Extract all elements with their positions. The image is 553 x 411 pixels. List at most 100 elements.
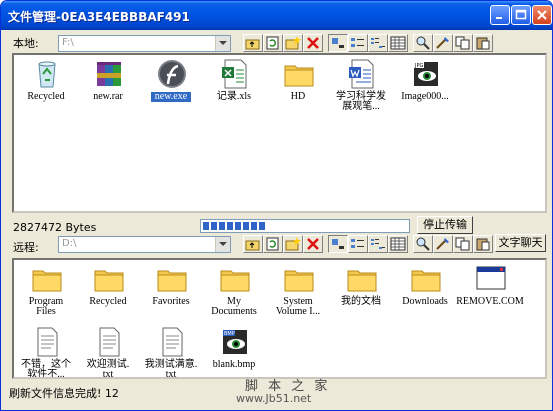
view-list-button[interactable]	[368, 34, 388, 52]
refresh-icon	[266, 36, 279, 50]
local-path-value: F:\	[62, 37, 74, 48]
file-name: My Documents	[211, 296, 257, 317]
folder-icon	[31, 263, 63, 295]
remote-path-dropdown[interactable]: D:\	[58, 236, 231, 253]
folder-icon	[283, 58, 315, 90]
file-name: 我测试满意. txt	[144, 359, 198, 379]
folder-icon	[156, 263, 188, 295]
status-text: 刷新文件信息完成! 12	[9, 387, 119, 400]
chevron-down-icon[interactable]	[215, 36, 230, 51]
chevron-down-icon[interactable]	[215, 237, 230, 252]
minimize-button[interactable]	[490, 5, 510, 25]
bitmap-image-icon: BMP	[219, 326, 251, 358]
local-path-dropdown[interactable]: F:\	[58, 35, 231, 52]
copy-button[interactable]	[453, 235, 473, 253]
image-file-icon: JPG	[410, 58, 442, 90]
paste-button[interactable]	[473, 34, 493, 52]
file-name: new.exe	[151, 92, 191, 102]
properties-button[interactable]	[433, 34, 453, 52]
view-details-button[interactable]	[388, 235, 408, 253]
file-name: 欢迎测试. txt	[86, 359, 130, 379]
local-file-pane[interactable]: Recycled new.rar new.exe 记录.xls HD 学习科学发 展观笔.…	[12, 53, 547, 213]
close-icon	[537, 10, 547, 20]
new-folder-icon	[285, 36, 301, 50]
refresh-button[interactable]	[263, 34, 283, 52]
folder-icon	[93, 263, 125, 295]
details-view-icon	[390, 36, 406, 50]
delete-icon	[307, 238, 319, 250]
delete-button[interactable]	[303, 34, 323, 52]
remote-label: 远程:	[13, 241, 39, 254]
list-view-icon	[371, 38, 385, 48]
view-list-button[interactable]	[368, 235, 388, 253]
folder-icon	[219, 263, 251, 295]
properties-icon	[436, 37, 449, 49]
winrar-archive-icon	[93, 58, 125, 90]
file-name: 记录.xls	[216, 91, 252, 102]
title-bar[interactable]: 文件管理-0EA3E4EBBBAF491	[1, 1, 552, 30]
view-details-button[interactable]	[388, 34, 408, 52]
file-name: System Volume I...	[275, 296, 321, 317]
svg-text:BMP: BMP	[224, 331, 235, 337]
large-icons-view-icon	[332, 239, 344, 249]
window-title: 文件管理-0EA3E4EBBBAF491	[8, 10, 190, 24]
up-folder-icon	[245, 39, 260, 50]
file-name: Downloads	[402, 296, 448, 307]
up-folder-button[interactable]	[243, 34, 263, 52]
file-name: Favorites	[152, 296, 190, 307]
small-icons-view-icon	[351, 239, 364, 248]
svg-text:JPG: JPG	[414, 63, 423, 69]
properties-button[interactable]	[433, 235, 453, 253]
recycle-bin-icon	[31, 58, 63, 90]
text-chat-button[interactable]: 文字聊天	[495, 234, 546, 252]
new-folder-button[interactable]	[283, 235, 303, 253]
find-button[interactable]	[413, 34, 433, 52]
copy-button[interactable]	[453, 34, 473, 52]
properties-icon	[436, 238, 449, 250]
stop-transfer-button[interactable]: 停止传输	[417, 216, 473, 234]
refresh-button[interactable]	[263, 235, 283, 253]
transfer-progress-bar	[200, 219, 410, 233]
text-file-icon	[93, 326, 125, 358]
view-large-icons-button[interactable]	[328, 34, 348, 52]
view-large-icons-button[interactable]	[328, 235, 348, 253]
copy-icon	[455, 36, 470, 50]
folder-icon	[346, 263, 378, 295]
file-name: blank.bmp	[212, 359, 256, 370]
file-name: 我的文档	[341, 296, 381, 307]
new-folder-icon	[285, 237, 301, 251]
remote-path-value: D:\	[62, 238, 77, 249]
close-button[interactable]	[532, 5, 552, 25]
file-manager-window: 文件管理-0EA3E4EBBBAF491 本地: F:\ Recycled new…	[0, 0, 553, 411]
file-name: Recycled	[89, 296, 127, 307]
progress-fill	[203, 222, 265, 230]
folder-icon	[283, 263, 315, 295]
file-name: new.rar	[93, 91, 123, 102]
paste-icon	[476, 238, 490, 251]
new-folder-button[interactable]	[283, 34, 303, 52]
find-button[interactable]	[413, 235, 433, 253]
details-view-icon	[390, 237, 406, 251]
paste-button[interactable]	[473, 235, 493, 253]
up-folder-button[interactable]	[243, 235, 263, 253]
refresh-icon	[266, 237, 279, 251]
remote-file-pane[interactable]: Program Files Recycled Favorites My Documen…	[12, 258, 547, 379]
maximize-button[interactable]	[511, 5, 531, 25]
word-document-icon	[346, 58, 378, 90]
file-name: 学习科学发 展观笔...	[336, 91, 386, 112]
file-name: HD	[290, 91, 306, 102]
copy-icon	[455, 237, 470, 251]
transfer-bytes: 2827472 Bytes	[13, 221, 97, 234]
paste-icon	[476, 37, 490, 50]
list-view-icon	[371, 239, 385, 249]
magnifier-icon	[416, 237, 430, 251]
view-small-icons-button[interactable]	[348, 235, 368, 253]
com-program-icon	[475, 263, 507, 295]
exe-application-icon	[156, 58, 188, 90]
delete-icon	[307, 37, 319, 49]
minimize-icon	[496, 17, 502, 19]
up-folder-icon	[245, 240, 260, 251]
view-small-icons-button[interactable]	[348, 34, 368, 52]
file-name: REMOVE.COM	[456, 296, 524, 307]
delete-button[interactable]	[303, 235, 323, 253]
